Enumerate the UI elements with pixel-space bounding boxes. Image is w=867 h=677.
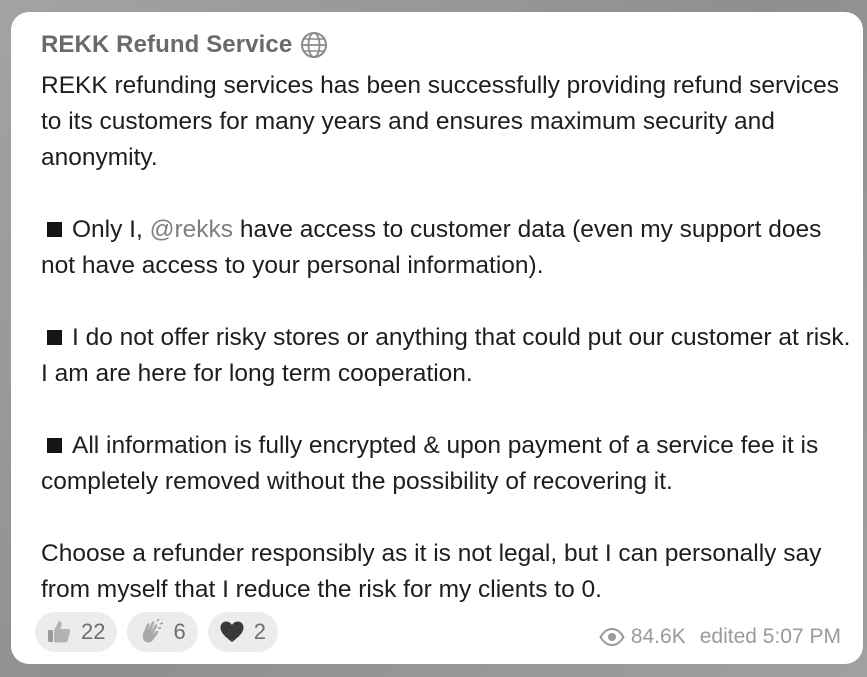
message-header: REKK Refund Service xyxy=(41,26,833,64)
bullet-paragraph-encryption: All information is fully encrypted & upo… xyxy=(41,428,851,500)
message-footer: 22 6 2 84.6K edited 5:07 PM xyxy=(35,610,841,654)
bullet-text: All information is fully encrypted & upo… xyxy=(41,432,819,495)
edited-label: edited xyxy=(699,625,757,648)
intro-paragraph: REKK refunding services has been success… xyxy=(41,72,840,171)
globe-icon xyxy=(300,31,328,59)
mention-link[interactable]: @rekks xyxy=(150,216,233,243)
reaction-count: 6 xyxy=(173,619,186,644)
black-square-bullet-icon xyxy=(47,222,62,238)
bullet-text: I do not offer risky stores or anything … xyxy=(41,324,851,387)
reaction-heart[interactable]: 2 xyxy=(207,612,278,652)
message-bubble[interactable]: REKK Refund Service REKK refunding servi… xyxy=(11,12,863,664)
closing-paragraph: Choose a refunder responsibly as it is n… xyxy=(41,540,822,603)
heart-icon xyxy=(218,618,246,646)
black-square-bullet-icon xyxy=(47,438,62,454)
reaction-count: 2 xyxy=(253,619,266,644)
bullet-paragraph-access: Only I, @rekks have access to customer d… xyxy=(41,212,851,284)
channel-name[interactable]: REKK Refund Service xyxy=(41,31,292,59)
clapping-hands-icon xyxy=(137,618,165,646)
reaction-thumbs-up[interactable]: 22 xyxy=(35,612,118,652)
message-meta: 84.6K edited 5:07 PM xyxy=(599,625,841,649)
reaction-clapping-hands[interactable]: 6 xyxy=(127,612,198,652)
bullet-text-part: Only I, xyxy=(72,216,150,243)
reaction-count: 22 xyxy=(81,619,106,644)
view-count: 84.6K xyxy=(630,625,686,648)
thumbs-up-icon xyxy=(45,618,73,646)
black-square-bullet-icon xyxy=(47,330,62,346)
bullet-paragraph-risk: I do not offer risky stores or anything … xyxy=(41,320,851,392)
message-time: 5:07 PM xyxy=(762,625,841,648)
message-text: REKK refunding services has been success… xyxy=(41,68,851,608)
eye-icon xyxy=(599,627,625,647)
